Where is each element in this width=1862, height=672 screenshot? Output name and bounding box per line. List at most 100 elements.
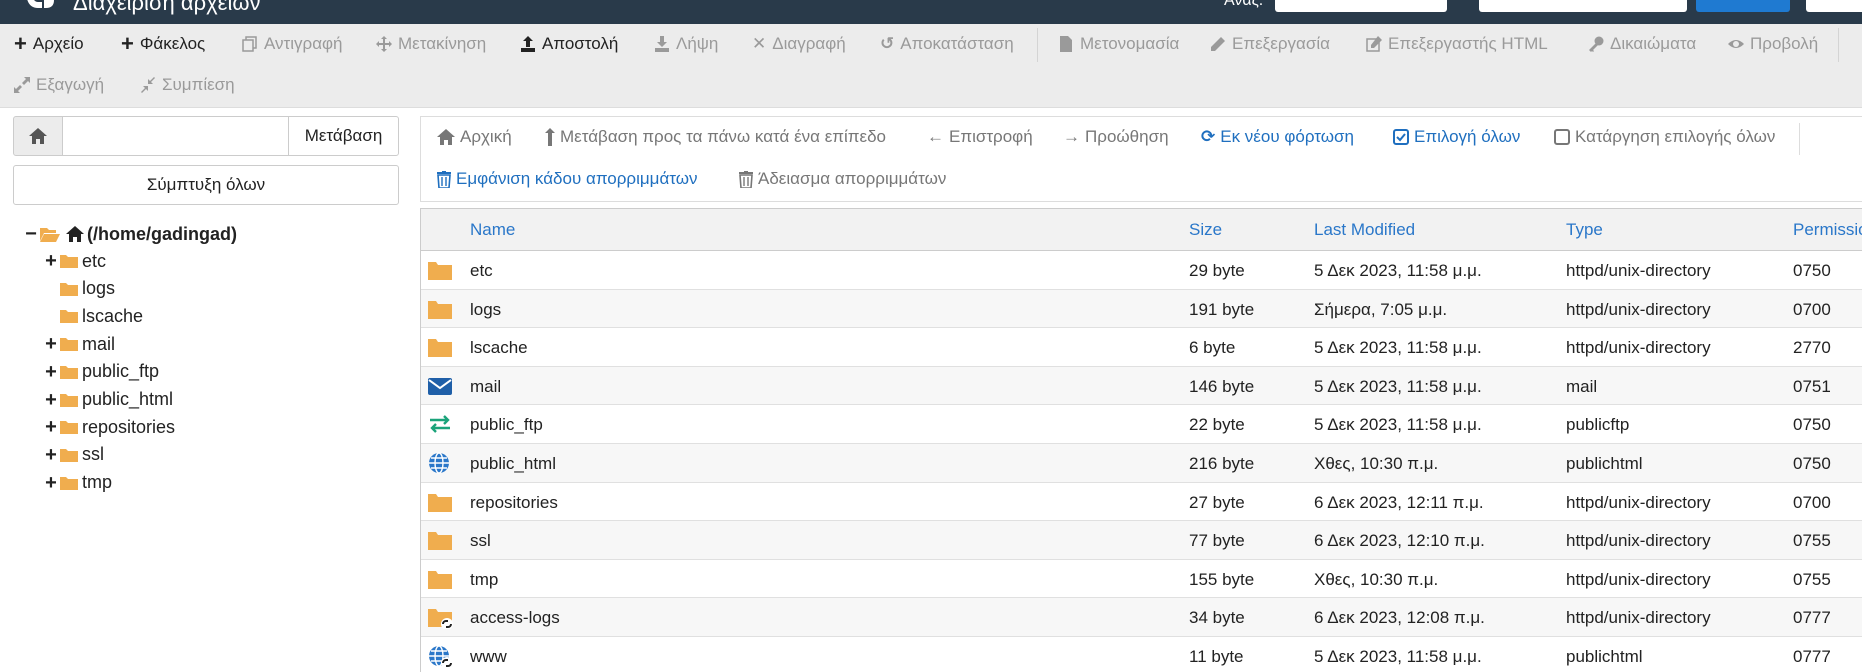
top-header: Διαχείριση αρχείων Αναζ.	[0, 0, 1862, 24]
cell-size: 191 byte	[1189, 299, 1255, 319]
new-folder-button[interactable]: + Φάκελος	[121, 33, 206, 55]
column-header-permissions[interactable]: Permissions	[1793, 220, 1862, 240]
empty-trash-label: Άδειασμα απορριμμάτων	[758, 169, 947, 188]
cell-name[interactable]: tmp	[470, 570, 498, 590]
tree-item-etc[interactable]: + etc	[44, 249, 106, 273]
tree-item-tmp[interactable]: + tmp	[44, 471, 112, 495]
cell-permissions: 0755	[1793, 531, 1831, 551]
tree-root[interactable]: − (/home/gadingad)	[24, 222, 237, 246]
table-row[interactable]: mail 146 byte 5 Δεκ 2023, 11:58 μ.μ. mail 07…	[421, 366, 1862, 406]
back-action[interactable]: ← Επιστροφή	[927, 127, 1033, 147]
checkbox-empty-icon	[1554, 129, 1570, 145]
column-header-type[interactable]: Type	[1566, 220, 1603, 240]
cell-name[interactable]: www	[470, 647, 507, 667]
tree-item-public-ftp[interactable]: + public_ftp	[44, 360, 159, 384]
compress-button[interactable]: Συμπίεση	[140, 75, 235, 95]
restore-button[interactable]: ↺ Αποκατάσταση	[880, 34, 1014, 54]
cell-name[interactable]: logs	[470, 300, 501, 320]
cell-type: publicftp	[1566, 415, 1630, 435]
move-button[interactable]: Μετακίνηση	[376, 34, 486, 54]
expand-toggle[interactable]: +	[44, 251, 58, 271]
back-label: Επιστροφή	[949, 127, 1033, 146]
trash-icon	[437, 170, 451, 188]
table-header: Name Size Last Modified Type Permissions	[421, 209, 1862, 251]
cell-name[interactable]: public_ftp	[470, 415, 543, 435]
table-row[interactable]: etc 29 byte 5 Δεκ 2023, 11:58 μ.μ. httpd/un…	[421, 251, 1862, 290]
forward-action[interactable]: → Προώθηση	[1063, 127, 1169, 147]
cell-name[interactable]: access-logs	[470, 608, 560, 628]
search-scope-select[interactable]	[1275, 0, 1447, 12]
cell-size: 155 byte	[1189, 569, 1255, 589]
go-button[interactable]: Μετάβαση	[288, 116, 399, 156]
column-header-last-modified[interactable]: Last Modified	[1314, 220, 1415, 240]
home-icon	[437, 129, 455, 145]
unselect-all-action[interactable]: Κατάργηση επιλογής όλων	[1554, 127, 1775, 147]
settings-button[interactable]	[1806, 0, 1862, 12]
expand-toggle[interactable]: +	[44, 334, 58, 354]
search-go-button[interactable]	[1696, 0, 1790, 12]
download-button[interactable]: Λήψη	[654, 34, 718, 54]
path-input[interactable]	[62, 116, 289, 156]
column-header-size[interactable]: Size	[1189, 220, 1222, 240]
extract-button[interactable]: Εξαγωγή	[14, 75, 104, 95]
rename-button[interactable]: Μετονομασία	[1058, 34, 1179, 54]
cell-type: httpd/unix-directory	[1566, 338, 1711, 358]
collapse-all-button[interactable]: Σύμπτυξη όλων	[13, 165, 399, 205]
cell-type: httpd/unix-directory	[1566, 261, 1711, 280]
compress-label: Συμπίεση	[162, 75, 235, 94]
expand-toggle[interactable]: +	[44, 362, 58, 382]
home-action[interactable]: Αρχική	[437, 127, 512, 147]
view-trash-action[interactable]: Εμφάνιση κάδου απορριμμάτων	[437, 169, 698, 189]
column-header-name[interactable]: Name	[470, 220, 515, 240]
select-all-action[interactable]: Επιλογή όλων	[1393, 127, 1520, 147]
html-editor-button[interactable]: Επεξεργαστής HTML	[1366, 34, 1548, 54]
tree-root-label: (/home/gadingad)	[87, 223, 237, 244]
view-button[interactable]: Προβολή	[1728, 34, 1818, 54]
file-icon	[1060, 36, 1072, 52]
tree-item-lscache[interactable]: lscache	[58, 304, 143, 328]
table-row[interactable]: ssl 77 byte 6 Δεκ 2023, 12:10 π.μ. httpd/un…	[421, 521, 1862, 560]
new-folder-label: Φάκελος	[139, 34, 206, 53]
table-row[interactable]: public_html 216 byte Χθες, 10:30 π.μ. publi…	[421, 444, 1862, 483]
tree-item-repositories[interactable]: + repositories	[44, 415, 175, 439]
tree-item-ssl[interactable]: + ssl	[44, 443, 104, 467]
table-row[interactable]: www 11 byte 5 Δεκ 2023, 11:58 μ.μ. publicht…	[421, 637, 1862, 672]
expand-toggle[interactable]: +	[44, 417, 58, 437]
tree-item-logs[interactable]: logs	[58, 277, 115, 301]
expand-toggle[interactable]: +	[44, 445, 58, 465]
table-row[interactable]: tmp 155 byte Χθες, 10:30 π.μ. httpd/unix-di…	[421, 560, 1862, 599]
refresh-icon: ⟳	[1201, 127, 1216, 146]
table-row[interactable]: access-logs 34 byte 6 Δεκ 2023, 12:08 π.μ.…	[421, 598, 1862, 637]
folder-icon	[428, 300, 452, 319]
up-one-level-action[interactable]: Μετάβαση προς τα πάνω κατά ένα επίπεδο	[545, 127, 886, 147]
copy-button[interactable]: Αντιγραφή	[242, 34, 343, 54]
expand-toggle[interactable]: +	[44, 473, 58, 493]
edit-button[interactable]: Επεξεργασία	[1210, 34, 1330, 54]
table-row[interactable]: logs 191 byte Σήμερα, 7:05 μ.μ. httpd/unix-…	[421, 289, 1862, 329]
table-row[interactable]: repositories 27 byte 6 Δεκ 2023, 12:11 π.μ…	[421, 483, 1862, 522]
cell-name[interactable]: lscache	[470, 338, 528, 358]
new-file-button[interactable]: + Αρχείο	[14, 33, 84, 55]
upload-icon	[521, 36, 535, 52]
permissions-button[interactable]: Δικαιώματα	[1588, 34, 1696, 54]
table-row[interactable]: lscache 6 byte 5 Δεκ 2023, 11:58 μ.μ. httpd…	[421, 328, 1862, 367]
upload-button[interactable]: Αποστολή	[520, 34, 618, 54]
cell-name[interactable]: repositories	[470, 493, 558, 513]
table-row[interactable]: public_ftp 22 byte 5 Δεκ 2023, 11:58 μ.μ. p…	[421, 405, 1862, 444]
rename-label: Μετονομασία	[1080, 34, 1180, 53]
empty-trash-action[interactable]: Άδειασμα απορριμμάτων	[739, 169, 946, 189]
expand-toggle[interactable]: +	[44, 390, 58, 410]
cell-size: 29 byte	[1189, 261, 1245, 280]
tree-item-public-html[interactable]: + public_html	[44, 388, 173, 412]
cell-name[interactable]: public_html	[470, 454, 556, 474]
cell-name[interactable]: mail	[470, 377, 501, 397]
home-nav-button[interactable]	[13, 116, 63, 156]
tree-item-label: tmp	[82, 472, 113, 493]
search-input[interactable]	[1479, 0, 1687, 12]
delete-button[interactable]: ✕ Διαγραφή	[752, 34, 846, 54]
tree-item-mail[interactable]: + mail	[44, 332, 115, 356]
reload-action[interactable]: ⟳ Εκ νέου φόρτωση	[1201, 127, 1354, 147]
cell-name[interactable]: ssl	[470, 531, 491, 551]
cell-name[interactable]: etc	[470, 261, 493, 281]
collapse-toggle[interactable]: −	[24, 224, 38, 244]
